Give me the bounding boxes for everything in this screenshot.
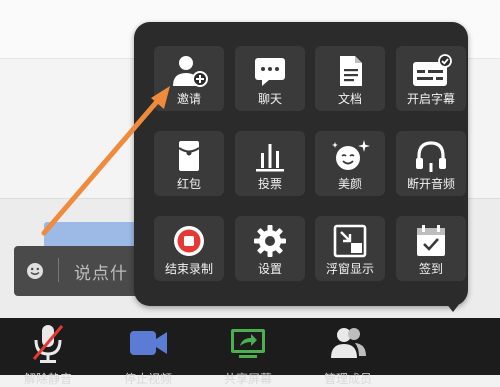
menu-item-label: 开启字幕: [406, 92, 455, 106]
menu-item-beauty[interactable]: 美颜: [315, 131, 385, 196]
stop-record-icon: [174, 226, 204, 256]
menu-item-label: 红包: [176, 177, 201, 191]
video-camera-icon: [130, 331, 167, 355]
chat-divider: [58, 258, 59, 282]
menu-item-invite[interactable]: 邀请: [154, 46, 224, 111]
menu-item-red-packet[interactable]: 红包: [154, 131, 224, 196]
toolbar-share-button[interactable]: 共享屏幕: [218, 322, 278, 386]
menu-item-check-in[interactable]: 签到: [396, 216, 466, 281]
members-icon: [331, 328, 366, 358]
toolbar-members-button[interactable]: 管理成员: [318, 322, 378, 386]
menu-item-stop-recording[interactable]: 结束录制: [154, 216, 224, 281]
gear-icon: [254, 225, 286, 257]
share-screen-icon: [231, 329, 265, 358]
menu-item-subtitles[interactable]: 开启字幕: [396, 46, 466, 111]
popup-pointer: [442, 298, 464, 312]
invite-user-icon: [173, 56, 208, 87]
menu-item-disconnect-audio[interactable]: 断开音频: [396, 131, 466, 196]
chat-bubble-icon: [255, 58, 285, 86]
menu-item-label: 文档: [337, 92, 362, 106]
menu-item-label: 签到: [418, 262, 443, 276]
mic-muted-icon: [32, 325, 64, 363]
menu-item-floating-window[interactable]: 浮窗显示: [315, 216, 385, 281]
menu-item-label: 结束录制: [164, 262, 213, 276]
emoji-icon[interactable]: [26, 262, 44, 280]
check-in-icon: [417, 225, 445, 256]
menu-item-label: 断开音频: [406, 177, 455, 191]
headphones-icon: [416, 141, 446, 172]
menu-item-settings[interactable]: 设置: [235, 216, 305, 281]
beauty-face-icon: [332, 140, 370, 170]
menu-item-label: 设置: [257, 262, 282, 276]
red-packet-icon: [178, 141, 200, 171]
highlight-strip: [44, 222, 144, 248]
menu-item-label: 邀请: [176, 92, 201, 106]
toolbar-members-label: 管理成员: [323, 372, 372, 386]
vote-chart-icon: [256, 144, 284, 172]
subtitles-icon: [413, 54, 452, 86]
toolbar-unmute-button[interactable]: 解除静音: [18, 322, 78, 386]
toolbar-share-label: 共享屏幕: [223, 372, 272, 386]
menu-item-chat[interactable]: 聊天: [235, 46, 305, 111]
menu-item-label: 美颜: [337, 177, 362, 191]
toolbar-unmute-label: 解除静音: [23, 372, 72, 386]
menu-item-document[interactable]: 文档: [315, 46, 385, 111]
menu-item-label: 投票: [257, 177, 282, 191]
menu-item-label: 浮窗显示: [325, 262, 374, 276]
toolbar-video-label: 停止视频: [123, 372, 172, 386]
toolbar-video-button[interactable]: 停止视频: [118, 322, 178, 386]
chat-input-placeholder[interactable]: 说点什: [74, 259, 128, 284]
menu-item-label: 聊天: [257, 92, 282, 106]
menu-item-vote[interactable]: 投票: [235, 131, 305, 196]
document-icon: [340, 56, 362, 86]
floating-window-icon: [333, 224, 367, 258]
